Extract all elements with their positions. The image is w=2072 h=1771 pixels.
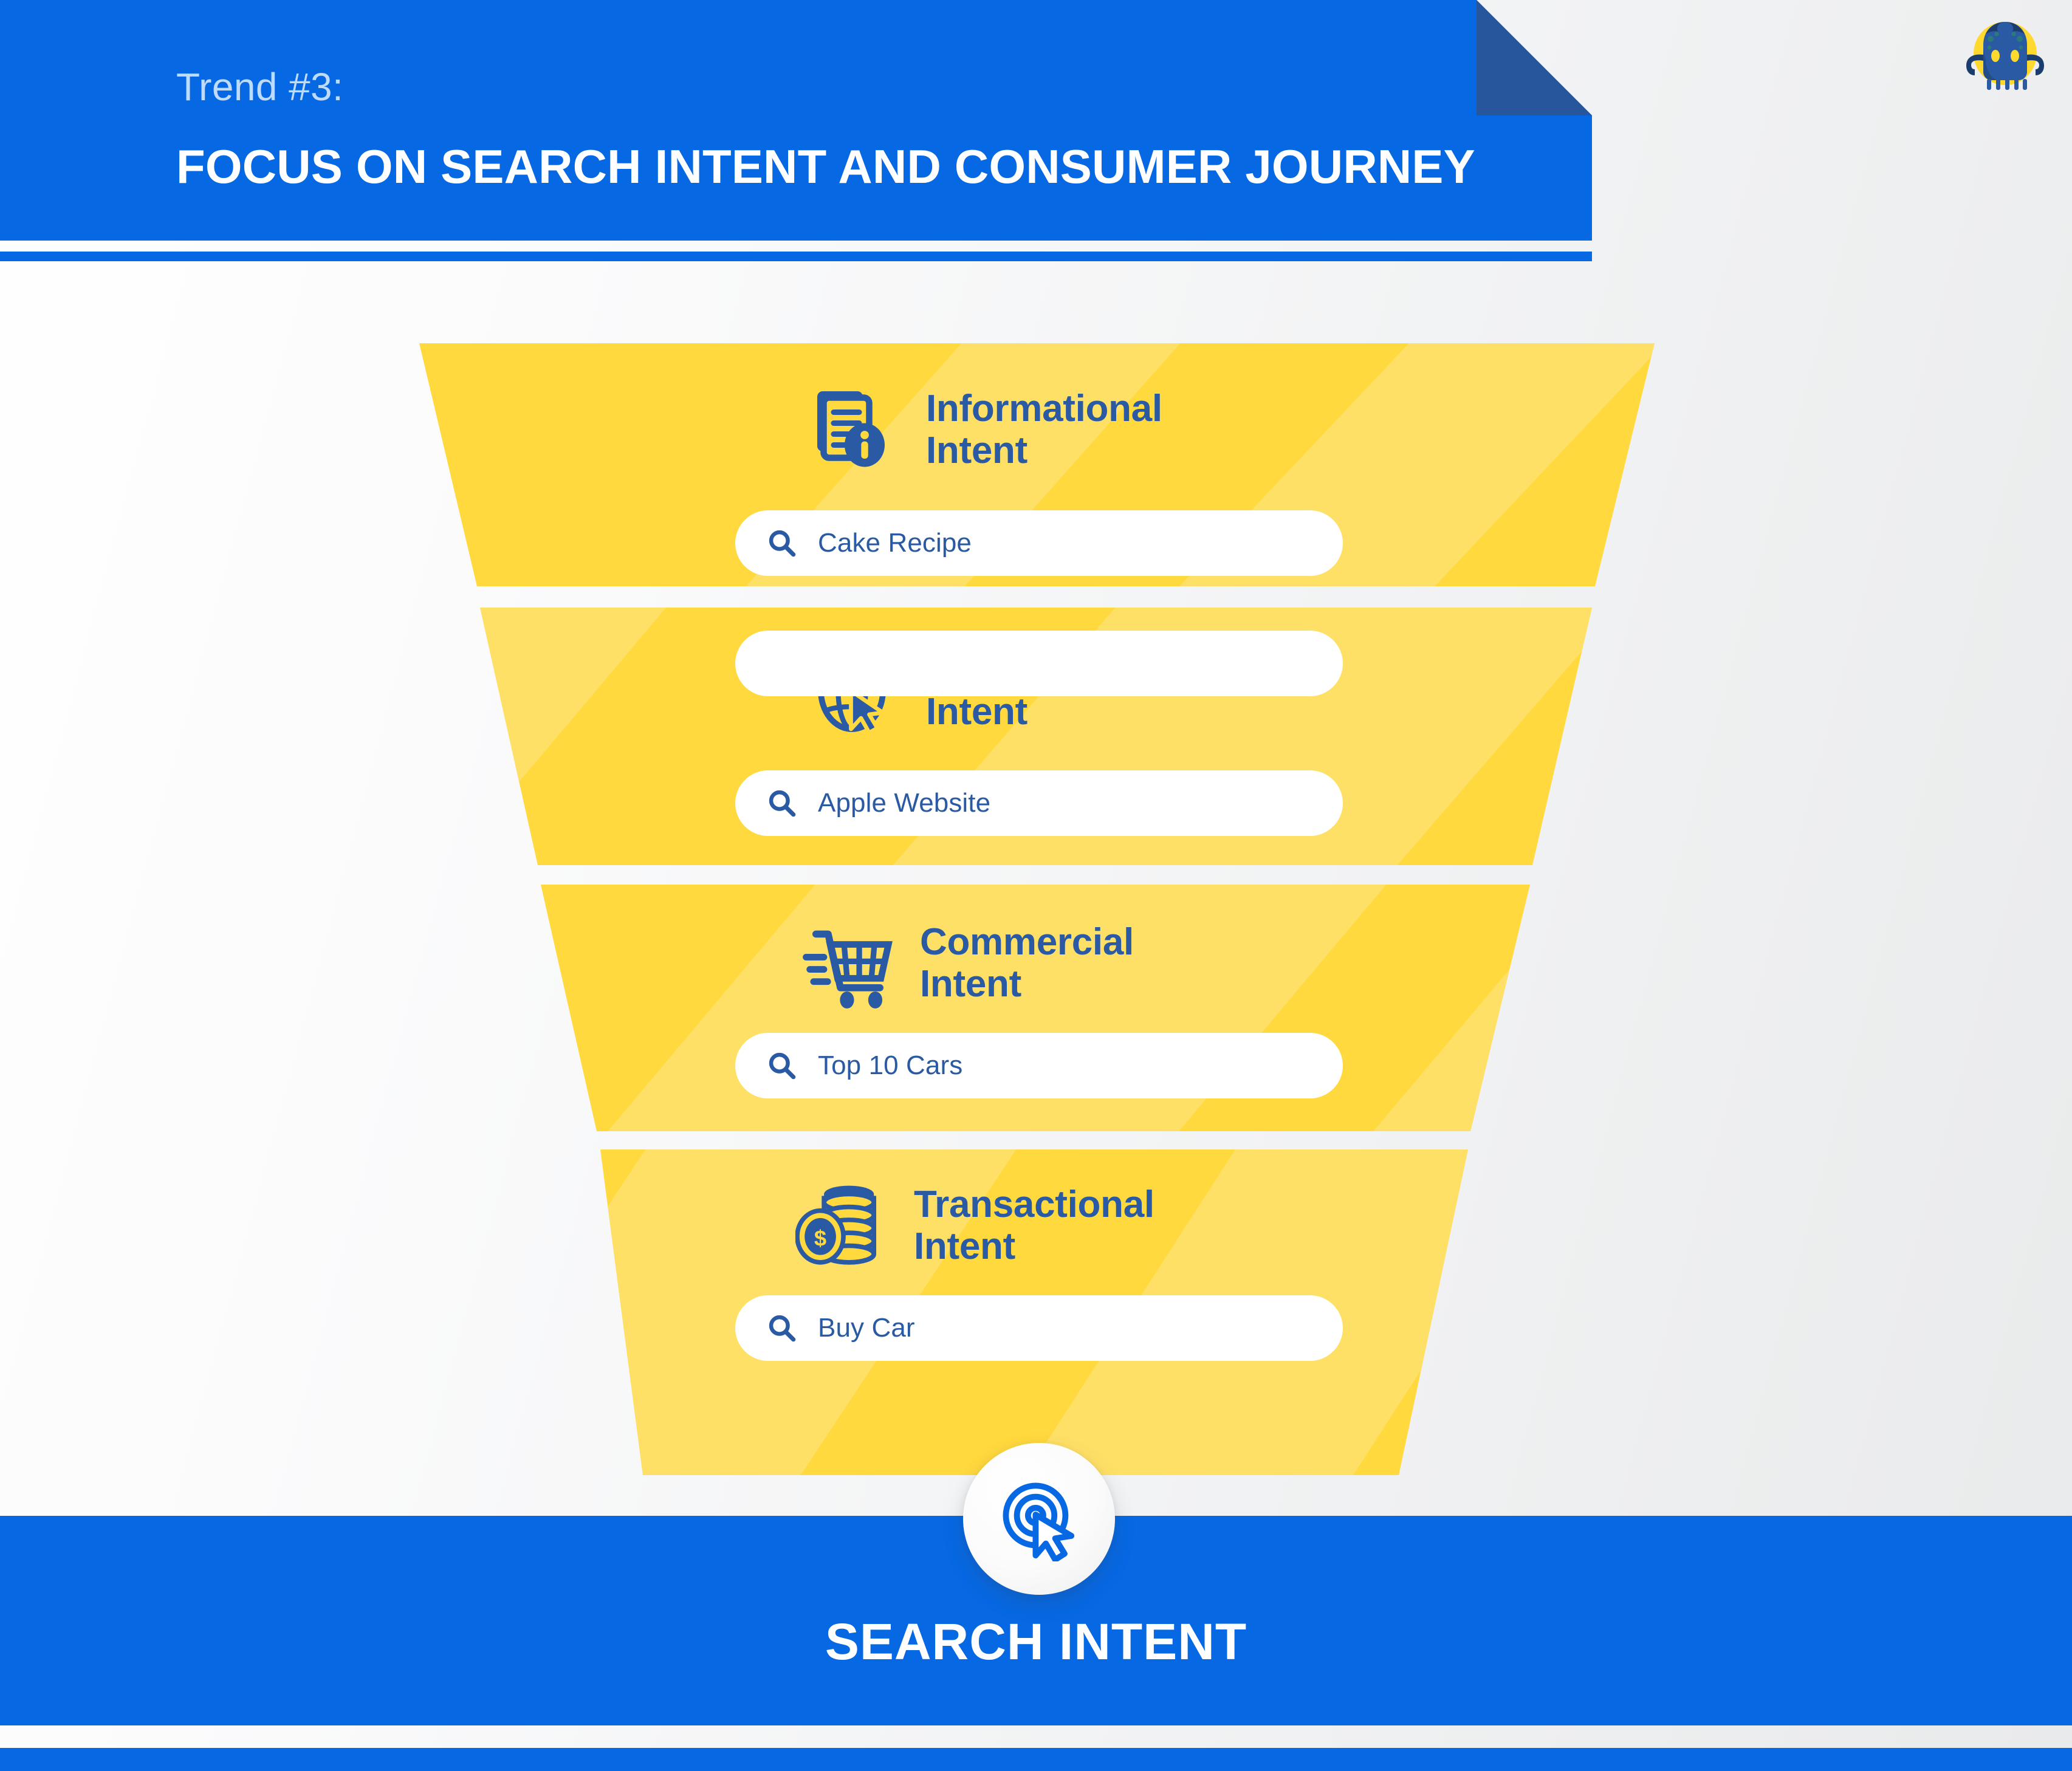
header-underline-stripe <box>0 252 1592 261</box>
search-input-informational[interactable]: Cake Recipe <box>735 510 1343 576</box>
funnel-stage-transactional: $ Transactional Intent <box>790 1174 1154 1277</box>
search-input-navigational[interactable]: Apple Website <box>735 770 1343 836</box>
funnel-stage-commercial: Commercial Intent <box>796 911 1134 1015</box>
funnel-stage-informational: Informational Intent <box>802 378 1162 481</box>
trend-label: Trend #3: <box>176 65 344 109</box>
octopus-logo <box>1963 13 2048 98</box>
search-value: Apple Website <box>818 788 991 818</box>
header-text-block: Trend #3: FOCUS ON SEARCH INTENT AND CON… <box>176 65 1475 194</box>
target-cursor-badge <box>963 1443 1115 1595</box>
search-value: Top 10 Cars <box>818 1050 963 1080</box>
search-icon <box>769 530 796 557</box>
footer-bottom-stripe <box>0 1748 2072 1771</box>
search-icon <box>769 1315 796 1342</box>
target-cursor-icon <box>1003 1482 1075 1561</box>
funnel-stage-shape-commercial <box>541 885 1530 1131</box>
footer-title: SEARCH INTENT <box>825 1613 1247 1670</box>
search-value: Buy Car <box>818 1313 915 1343</box>
funnel-stage-title: Informational Intent <box>926 387 1162 471</box>
documents-info-icon <box>802 378 905 481</box>
spacer-hidden <box>735 631 1343 696</box>
coin-stack-dollar-icon: $ <box>790 1174 893 1277</box>
funnel-stage-title: Transactional Intent <box>914 1183 1154 1267</box>
svg-text:$: $ <box>814 1225 826 1250</box>
funnel-stage-title: Commercial Intent <box>920 920 1134 1005</box>
search-icon <box>769 790 796 817</box>
page-title: FOCUS ON SEARCH INTENT AND CONSUMER JOUR… <box>176 140 1475 194</box>
search-value: Cake Recipe <box>818 528 972 558</box>
search-input-commercial[interactable]: Top 10 Cars <box>735 1033 1343 1098</box>
shopping-cart-icon <box>796 911 899 1015</box>
search-input-transactional[interactable]: Buy Car <box>735 1295 1343 1361</box>
header-fold-corner <box>1477 0 1592 115</box>
infographic-canvas: Trend #3: FOCUS ON SEARCH INTENT AND CON… <box>0 0 2072 1771</box>
search-icon <box>769 1052 796 1080</box>
